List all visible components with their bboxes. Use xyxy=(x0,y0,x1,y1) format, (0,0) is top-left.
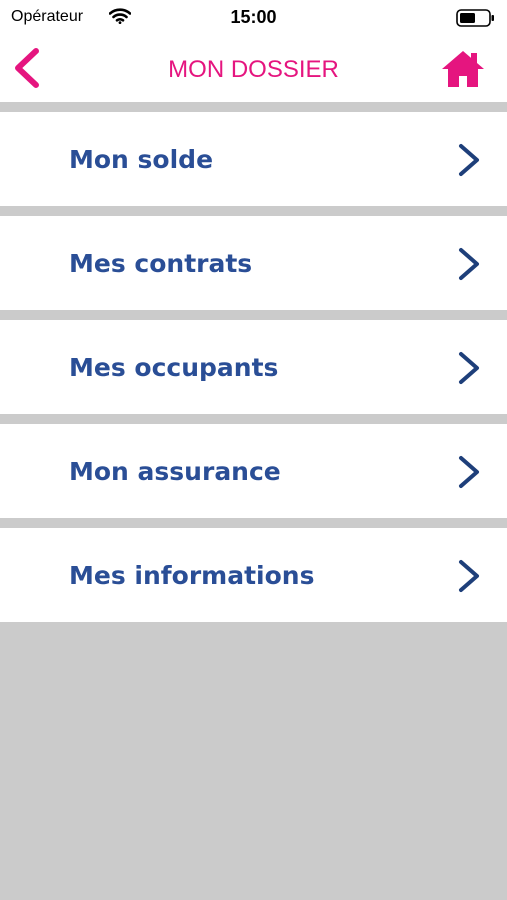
menu-item-label: Mes informations xyxy=(69,561,315,590)
home-button[interactable] xyxy=(440,49,486,89)
menu-item-mon-assurance[interactable]: Mon assurance xyxy=(0,424,507,518)
menu-item-label: Mon assurance xyxy=(69,457,281,486)
chevron-right-icon xyxy=(459,248,479,280)
navigation-bar: MON DOSSIER xyxy=(0,36,507,102)
menu-item-mes-informations[interactable]: Mes informations xyxy=(0,528,507,622)
menu-item-label: Mes occupants xyxy=(69,353,279,382)
menu-item-mon-solde[interactable]: Mon solde xyxy=(0,112,507,206)
menu-item-mes-occupants[interactable]: Mes occupants xyxy=(0,320,507,414)
chevron-right-icon xyxy=(459,456,479,488)
battery-icon xyxy=(456,9,496,32)
chevron-right-icon xyxy=(459,560,479,592)
chevron-right-icon xyxy=(459,352,479,384)
menu-item-label: Mon solde xyxy=(69,145,214,174)
page-title: MON DOSSIER xyxy=(168,56,339,83)
status-time: 15:00 xyxy=(230,7,277,27)
menu-item-label: Mes contrats xyxy=(69,249,253,278)
home-icon xyxy=(442,51,484,87)
status-bar: Opérateur 15:00 xyxy=(0,0,507,36)
menu-item-mes-contrats[interactable]: Mes contrats xyxy=(0,216,507,310)
chevron-right-icon xyxy=(459,144,479,176)
